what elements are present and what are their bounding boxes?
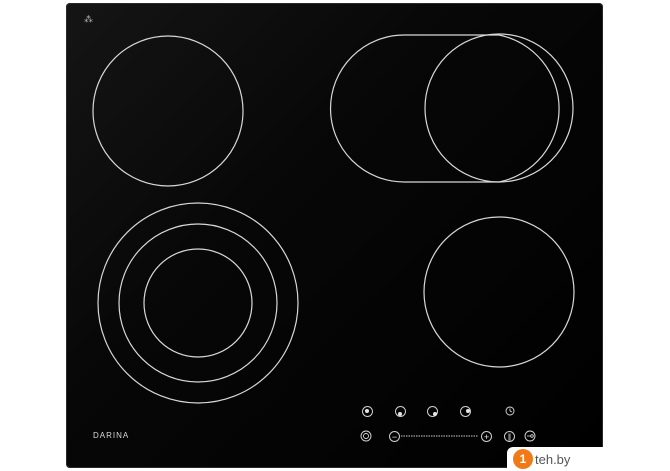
zone-front-left-icon[interactable]	[395, 406, 406, 417]
zone-front-left-inner	[143, 248, 253, 358]
zone-rear-left	[92, 35, 244, 187]
watermark-text: teh.by	[535, 451, 571, 467]
zone-front-left-outer	[97, 202, 299, 404]
site-watermark: 1 teh.by	[507, 447, 670, 471]
plus-icon[interactable]: +	[481, 431, 492, 442]
pause-icon[interactable]: ‖	[504, 431, 515, 442]
child-lock-icon[interactable]: ⁂	[84, 15, 93, 25]
power-icon[interactable]	[360, 430, 372, 442]
zone-front-right-icon[interactable]	[427, 406, 438, 417]
cooktop-glass-panel: ⁂ − + ‖ DARINA	[66, 3, 603, 468]
key-lock-icon[interactable]	[524, 430, 536, 442]
timer-icon[interactable]	[505, 406, 515, 416]
zone-front-right	[423, 216, 575, 368]
zone-rear-right-icon[interactable]	[460, 406, 471, 417]
brand-logo: DARINA	[93, 431, 130, 440]
watermark-badge: 1	[513, 449, 533, 469]
cooking-zones	[92, 33, 575, 442]
zone-rear-right-inner	[424, 33, 574, 183]
zone-rear-left-icon[interactable]	[362, 406, 373, 417]
zone-front-left-middle	[118, 223, 278, 383]
minus-icon[interactable]: −	[389, 431, 400, 442]
